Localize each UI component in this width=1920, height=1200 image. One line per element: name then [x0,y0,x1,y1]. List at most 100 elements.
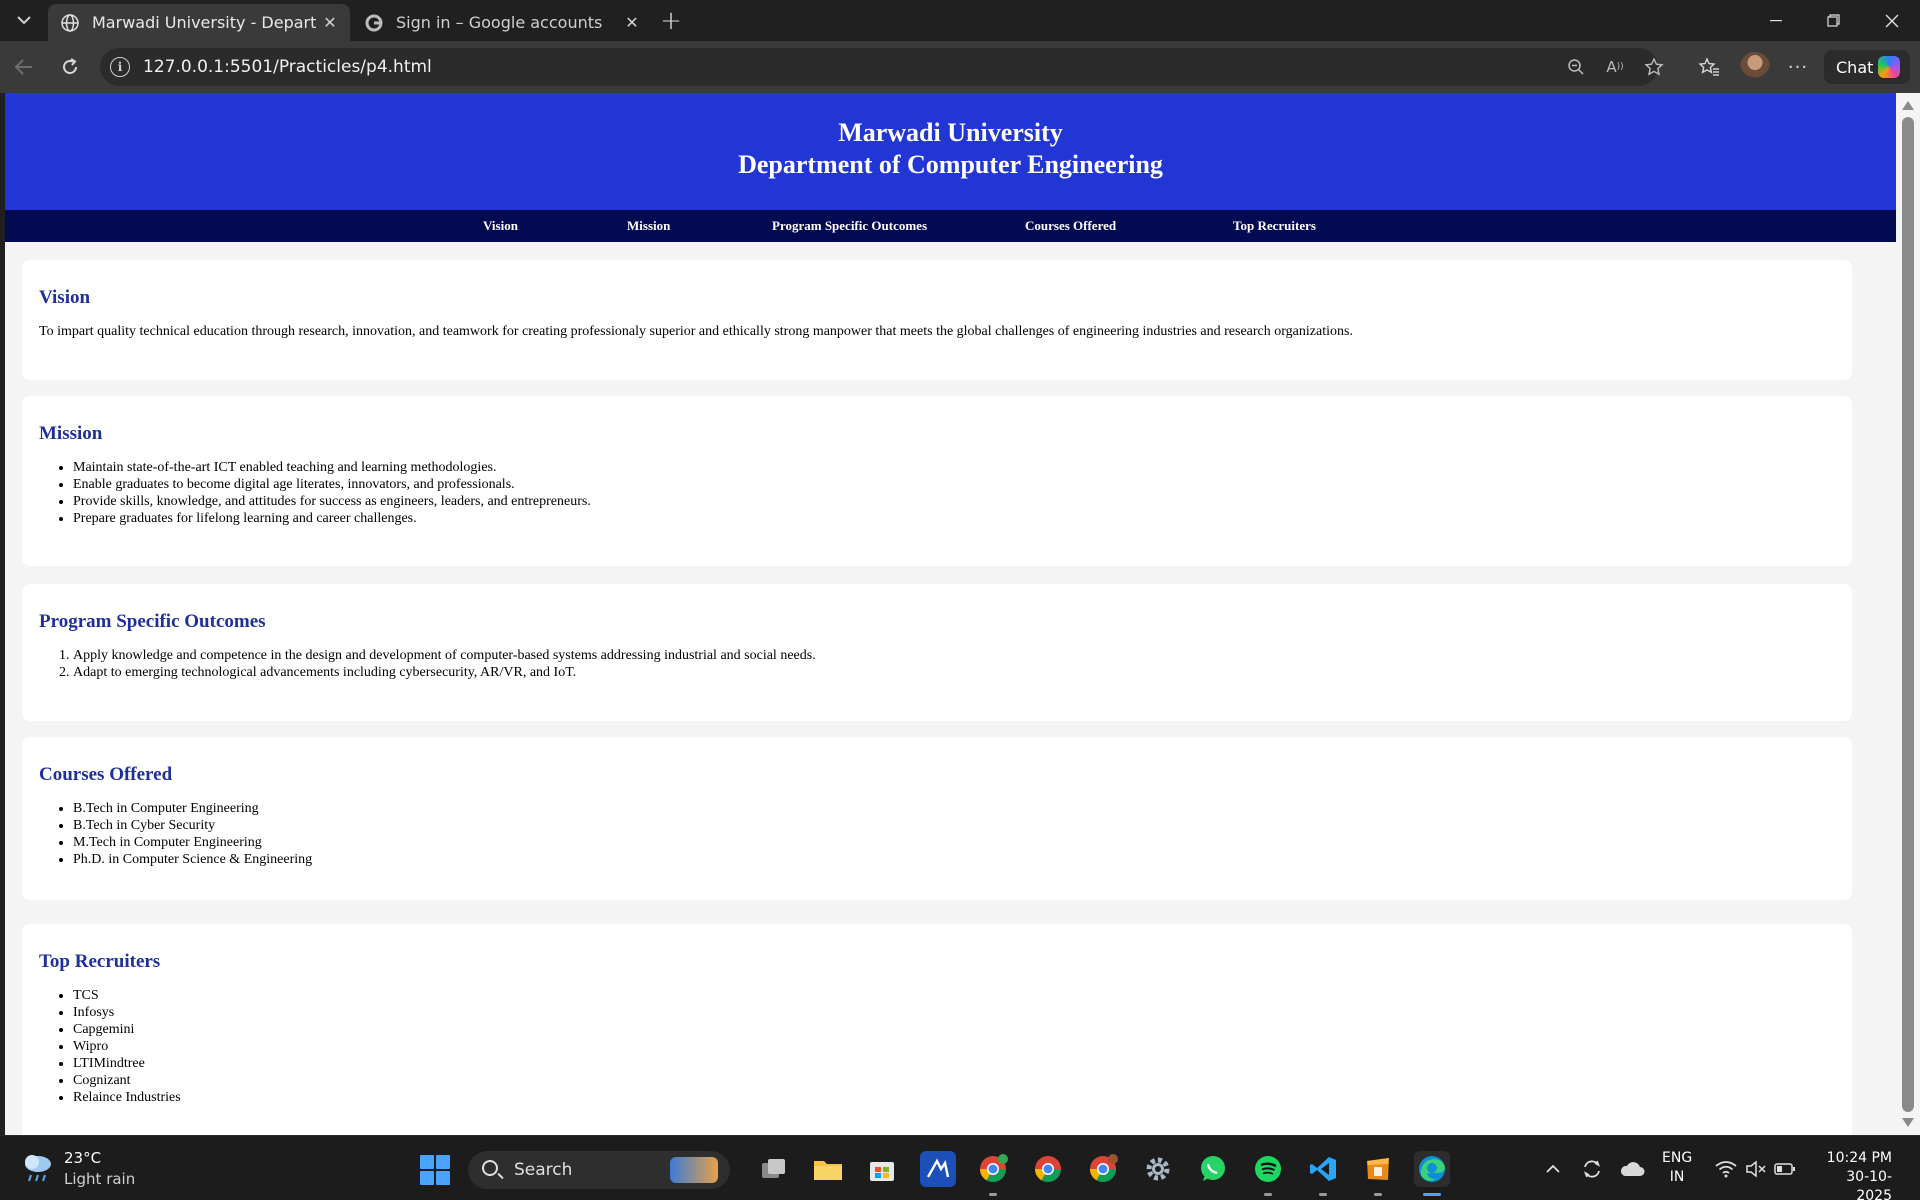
nav-link-top-recruiters[interactable]: Top Recruiters [1233,218,1316,234]
copilot-icon [1878,56,1900,78]
chat-label: Chat [1836,57,1874,77]
page-viewport: Marwadi University Department of Compute… [5,93,1896,1135]
read-aloud-icon[interactable]: A)) [1603,56,1627,78]
list-item: Wipro [73,1038,181,1055]
university-title: Marwadi University [838,118,1063,147]
site-info-icon[interactable]: i [110,57,130,77]
tab-title: Marwadi University - Department [92,13,316,32]
settings-gear-icon[interactable] [1140,1151,1176,1187]
region-code: IN [1669,1169,1685,1185]
task-view-icon[interactable] [756,1151,792,1187]
restore-icon[interactable] [1805,0,1862,41]
profile-avatar[interactable] [1740,52,1770,82]
section-heading: Program Specific Outcomes [39,611,266,632]
vision-section: Vision To impart quality technical educa… [22,260,1852,380]
battery-icon[interactable] [1771,1154,1799,1184]
list-item: Infosys [73,1004,181,1021]
sync-icon[interactable] [1578,1154,1606,1184]
tab-actions-menu-icon[interactable] [5,4,43,36]
list-item: Relaince Industries [73,1089,181,1106]
volume-muted-icon[interactable] [1742,1154,1770,1184]
url-text[interactable]: 127.0.0.1:5501/Practicles/p4.html [143,57,432,77]
microsoft-store-icon[interactable] [864,1151,900,1187]
onedrive-cloud-icon[interactable] [1618,1154,1646,1184]
search-icon [482,1160,498,1176]
scrollbar-thumb[interactable] [1902,117,1914,1112]
vscode-icon[interactable] [1305,1151,1341,1196]
minimize-icon[interactable] [1747,0,1804,41]
list-item: M.Tech in Computer Engineering [73,834,312,851]
reload-icon[interactable] [53,50,87,84]
taskbar-search[interactable]: Search [468,1151,730,1189]
globe-icon [60,13,80,33]
site-header: Marwadi University Department of Compute… [5,93,1896,210]
courses-list: B.Tech in Computer Engineering B.Tech in… [73,800,312,868]
list-item: Cognizant [73,1072,181,1089]
nav-link-mission[interactable]: Mission [627,218,670,234]
list-item: Prepare graduates for lifelong learning … [73,510,591,527]
page-scrollbar[interactable] [1896,93,1920,1135]
scroll-up-icon[interactable] [1902,101,1914,110]
language-indicator[interactable]: ENG IN [1662,1149,1692,1187]
list-item: Maintain state-of-the-art ICT enabled te… [73,459,591,476]
nav-link-courses-offered[interactable]: Courses Offered [1025,218,1116,234]
list-item: Adapt to emerging technological advancem… [73,664,816,681]
back-icon[interactable] [7,50,41,84]
courses-section: Courses Offered B.Tech in Computer Engin… [22,737,1852,900]
favorite-star-icon[interactable] [1642,56,1666,78]
show-hidden-icons-chevron-icon[interactable] [1539,1154,1567,1184]
favorites-icon[interactable] [1694,52,1724,82]
edge-browser-icon[interactable] [1414,1151,1450,1196]
file-explorer-icon[interactable] [810,1151,846,1187]
list-item: Enable graduates to become digital age l… [73,476,591,493]
section-heading: Vision [39,287,91,308]
list-item: B.Tech in Computer Engineering [73,800,312,817]
spotify-icon[interactable] [1250,1151,1286,1196]
section-heading: Mission [39,423,103,444]
chrome-profile-a-icon[interactable] [975,1151,1011,1196]
address-bar[interactable]: i 127.0.0.1:5501/Practicles/p4.html A)) [100,48,1664,86]
tab-google-signin[interactable]: Sign in – Google accounts ✕ [352,4,652,41]
close-window-icon[interactable] [1863,0,1920,41]
department-title: Department of Computer Engineering [738,150,1163,179]
list-item: B.Tech in Cyber Security [73,817,312,834]
list-item: LTIMindtree [73,1055,181,1072]
tab-strip: Marwadi University - Department ✕ Sign i… [0,0,1920,41]
wifi-icon[interactable] [1712,1154,1740,1184]
package-app-icon[interactable] [1360,1151,1396,1196]
vision-text: To impart quality technical education th… [39,324,1353,339]
list-item: TCS [73,987,181,1004]
search-label: Search [514,1160,573,1180]
tab-title: Sign in – Google accounts [396,13,603,32]
site-nav: Vision Mission Program Specific Outcomes… [5,210,1896,242]
close-tab-icon[interactable]: ✕ [618,13,646,32]
list-item: Apply knowledge and competence in the de… [73,647,816,664]
weather-rain-cloud-icon[interactable] [20,1151,56,1183]
zoom-out-icon[interactable] [1564,56,1588,78]
section-heading: Top Recruiters [39,951,161,972]
tab-marwadi[interactable]: Marwadi University - Department ✕ [48,4,350,41]
nav-link-program-specific-outcomes[interactable]: Program Specific Outcomes [772,218,927,234]
pso-section: Program Specific Outcomes Apply knowledg… [22,584,1852,721]
weather-temperature[interactable]: 23°C [64,1149,101,1167]
scroll-down-icon[interactable] [1902,1118,1914,1127]
recruiters-list: TCS Infosys Capgemini Wipro LTIMindtree … [73,987,181,1106]
close-tab-icon[interactable]: ✕ [316,13,344,32]
vector-app-icon[interactable] [920,1151,956,1187]
nav-link-vision[interactable]: Vision [483,218,518,234]
google-icon [364,13,384,33]
weather-description[interactable]: Light rain [64,1170,135,1188]
chrome-profile-icon[interactable] [1085,1151,1121,1187]
new-tab-icon[interactable]: + [656,6,686,36]
list-item: Ph.D. in Computer Science & Engineering [73,851,312,868]
more-options-icon[interactable]: ··· [1783,52,1813,82]
browser-toolbar: i 127.0.0.1:5501/Practicles/p4.html A)) … [0,41,1920,93]
system-clock[interactable]: 10:24 PM 30-10-2025 [1812,1149,1892,1200]
clock-time: 10:24 PM [1826,1150,1892,1166]
section-heading: Courses Offered [39,764,173,785]
windows-start-icon[interactable] [420,1155,450,1185]
copilot-chat-button[interactable]: Chat [1824,50,1910,84]
list-item: Provide skills, knowledge, and attitudes… [73,493,591,510]
chrome-icon[interactable] [1030,1151,1066,1187]
whatsapp-icon[interactable] [1195,1151,1231,1187]
